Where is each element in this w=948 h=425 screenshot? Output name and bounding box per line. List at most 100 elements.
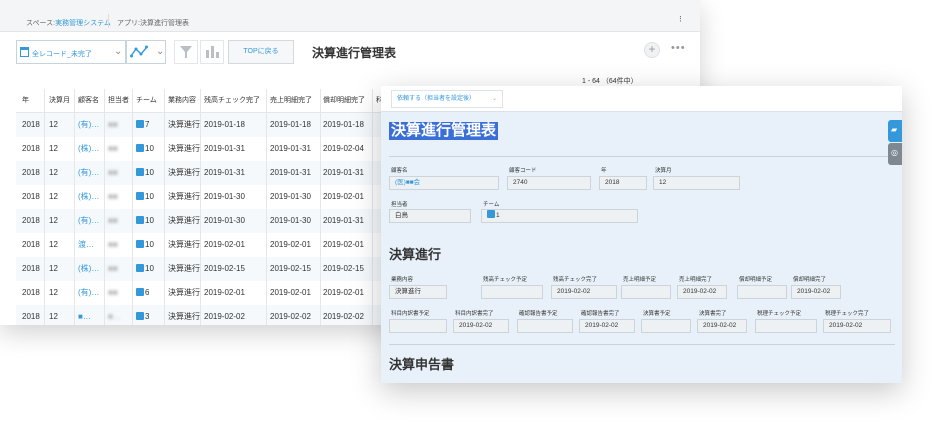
col-customer-cell[interactable]: (有)… [78,281,99,305]
col-balance-check-cell: 2019-01-30 [204,216,245,225]
col-customer-cell[interactable]: (有)… [78,161,99,185]
col-customer-cell[interactable]: 渡… [78,233,94,257]
field-value[interactable] [641,319,691,333]
col-customer-cell[interactable]: (株)… [78,257,99,281]
more-options-button[interactable]: ••• [671,42,686,54]
col-month-cell: 12 [49,168,58,177]
comment-tab[interactable]: ▰ [888,120,902,142]
col-year-cell: 2018 [22,240,40,249]
field-value[interactable] [737,285,787,299]
col-balance-check-cell: 2019-01-18 [204,120,245,129]
col-customer-header[interactable]: 顧客名 [78,89,99,113]
col-team-cell: 10 [136,233,154,257]
col-customer-cell[interactable]: (株)… [78,137,99,161]
field-label: 税理チェック予定 [757,311,802,317]
staff-field[interactable]: 白鳥 [389,209,471,223]
col-year-cell: 2018 [22,312,40,321]
col-task-cell: 決算進行 [168,168,200,177]
team-count: 7 [145,120,150,129]
view-select-label: 全レコード_未完了 [32,51,92,58]
year-label: 年 [601,168,607,174]
filter-button[interactable] [174,40,198,64]
team-field[interactable]: 1 [481,209,638,223]
list-view-icon [20,47,29,57]
chevron-down-icon: ⌄ [491,96,497,102]
col-customer-cell[interactable]: (有)… [78,113,99,137]
col-month-cell: 12 [49,144,58,153]
add-record-button[interactable]: + [644,42,660,58]
field-value[interactable]: 2019-02-02 [791,285,841,299]
col-customer-cell[interactable]: (株)… [78,185,99,209]
field-label: 決算書予定 [643,311,671,317]
breadcrumb-app[interactable]: アプリ:決算進行管理表 [117,18,189,28]
col-depreciation-detail-cell: 2019-01-31 [323,216,364,225]
col-staff-cell: ■■ [108,144,118,153]
col-year-header[interactable]: 年 [22,89,29,113]
col-balance-check-header[interactable]: 残高チェック完了 [204,89,260,113]
customer-field[interactable]: (医)■■会 [389,176,499,190]
field-value[interactable] [517,319,573,333]
col-sales-detail-cell: 2019-02-01 [270,240,311,249]
col-year-cell: 2018 [22,120,40,129]
field-label: 売上明細予定 [623,277,657,283]
col-balance-check-cell: 2019-02-01 [204,288,245,297]
back-to-top-button[interactable]: TOPに戻る [228,40,294,64]
filter-icon [180,46,192,58]
breadcrumb-app-prefix: アプリ: [117,20,140,27]
field-value[interactable]: 2019-02-02 [677,285,727,299]
col-customer-cell[interactable]: (有)… [78,209,99,233]
month-field[interactable]: 12 [653,176,740,190]
col-year-cell: 2018 [22,288,40,297]
col-team-header[interactable]: チーム [136,89,157,113]
col-team-cell: 6 [136,281,149,305]
field-label: 残高チェック完了 [553,277,598,283]
breadcrumb-space-link[interactable]: 実務管理システム [55,20,111,27]
col-sales-detail-header[interactable]: 売上明細完了 [270,89,312,113]
team-icon [136,192,144,200]
field-label: 償却明細予定 [739,277,773,283]
col-task-header[interactable]: 業務内容 [168,89,196,113]
graph-select-button[interactable]: ⌄ [126,40,166,64]
field-label: 税理チェック完了 [825,311,870,317]
field-value[interactable]: 2019-02-02 [453,319,509,333]
col-customer-cell[interactable]: ■… [78,305,91,325]
field-value[interactable] [755,319,817,333]
column-divider [200,89,201,325]
field-value[interactable] [481,285,543,299]
col-staff-header[interactable]: 担当者 [108,89,129,113]
col-depreciation-detail-header[interactable]: 償却明細完了 [323,89,365,113]
field-value[interactable] [621,285,671,299]
field-value[interactable] [389,319,447,333]
field-label: 売上明細完了 [679,277,713,283]
field-label: 確認報告書予定 [519,311,558,317]
team-count: 10 [145,192,154,201]
col-year-cell: 2018 [22,216,40,225]
col-sales-detail-cell: 2019-01-31 [270,168,311,177]
team-count: 10 [145,168,154,177]
col-month-header[interactable]: 決算月 [49,89,70,113]
field-value[interactable]: 2019-02-02 [823,319,891,333]
kebab-menu-icon[interactable]: ⁝ [679,14,682,25]
field-value[interactable]: 決算進行 [389,285,447,299]
year-field[interactable]: 2018 [599,176,647,190]
graph-button[interactable] [200,40,224,64]
col-month-cell: 12 [49,312,58,321]
field-value[interactable]: 2019-02-02 [551,285,617,299]
team-icon [136,144,144,152]
customer-code-field[interactable]: 2740 [507,176,591,190]
col-staff-cell: ■■ [108,288,118,297]
column-divider [164,89,165,325]
assign-request-button[interactable]: 依頼する（担当者を設定後） ⌄ [391,90,503,108]
history-tab[interactable]: ◎ [888,143,902,165]
col-balance-check-cell: 2019-01-31 [204,168,245,177]
field-value[interactable]: 2019-02-02 [579,319,635,333]
team-icon [136,288,144,296]
field-value[interactable]: 2019-02-02 [697,319,747,333]
col-balance-check-cell: 2019-02-02 [204,312,245,321]
team-icon [136,120,144,128]
col-team-cell: 10 [136,137,154,161]
team-count: 10 [145,240,154,249]
breadcrumb-space[interactable]: スペース:実務管理システム [26,18,111,28]
team-icon [136,240,144,248]
view-select[interactable]: 全レコード_未完了 ⌄ [16,40,126,64]
